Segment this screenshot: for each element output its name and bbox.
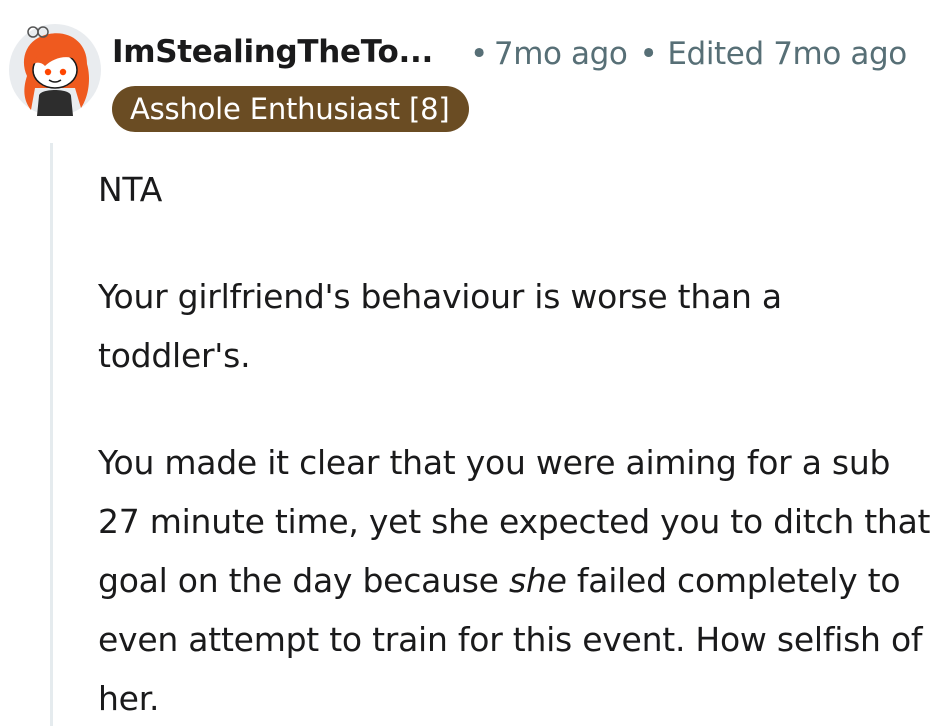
comment-body: NTA Your girlfriend's behaviour is worse… [98,160,938,728]
meta-separator: • [470,36,488,72]
comment-emphasis: she [508,561,567,600]
comment-author[interactable]: ImStealingTheTo... [112,34,433,70]
thread-collapse-line[interactable] [50,143,53,726]
edited-label: Edited 7mo ago [667,36,907,72]
comment-timestamp[interactable]: 7mo ago [494,36,628,72]
user-avatar-icon[interactable] [5,18,105,118]
comment: ImStealingTheTo... • 7mo ago • Edited 7mo a… [0,0,947,726]
user-flair-badge: Asshole Enthusiast [8] [112,86,470,132]
comment-meta: • 7mo ago • Edited 7mo ago [470,36,907,72]
comment-paragraph: NTA [98,170,163,209]
comment-paragraph: Your girlfriend's behaviour is worse tha… [98,277,782,375]
meta-separator: • [639,36,658,72]
comment-paragraph: You made it clear that you were aiming f… [98,433,938,728]
